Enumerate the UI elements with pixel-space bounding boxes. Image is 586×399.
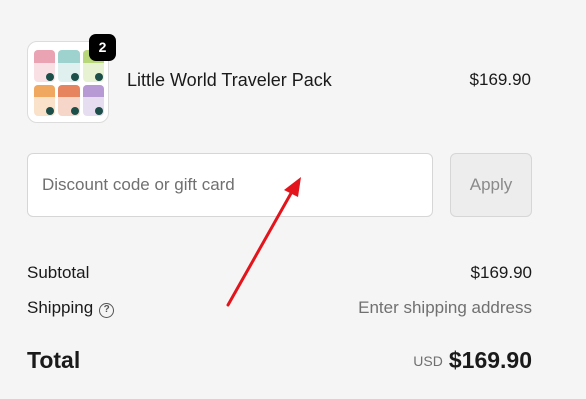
pouch-image xyxy=(82,84,104,116)
pouch-image xyxy=(58,50,80,82)
subtotal-value: $169.90 xyxy=(470,263,532,282)
shipping-label: Shipping xyxy=(27,298,94,317)
pouch-image xyxy=(34,50,56,82)
discount-code-input[interactable] xyxy=(27,153,433,217)
total-label: Total xyxy=(27,347,81,373)
total-amount: USD $169.90 xyxy=(413,347,532,374)
product-price: $169.90 xyxy=(469,70,531,89)
quantity-badge: 2 xyxy=(89,34,116,61)
pouch-image xyxy=(34,84,56,116)
pouch-image xyxy=(58,84,80,116)
subtotal-label: Subtotal xyxy=(27,263,90,282)
currency-code: USD xyxy=(413,353,443,369)
apply-button[interactable]: Apply xyxy=(450,153,532,217)
shipping-value: Enter shipping address xyxy=(358,298,532,317)
product-name: Little World Traveler Pack xyxy=(127,70,332,90)
total-value: $169.90 xyxy=(448,347,532,373)
order-summary: 2 Little World Traveler Pack $169.90 App… xyxy=(0,0,586,399)
shipping-row: Shipping? xyxy=(27,298,115,318)
help-icon[interactable]: ? xyxy=(99,303,115,318)
